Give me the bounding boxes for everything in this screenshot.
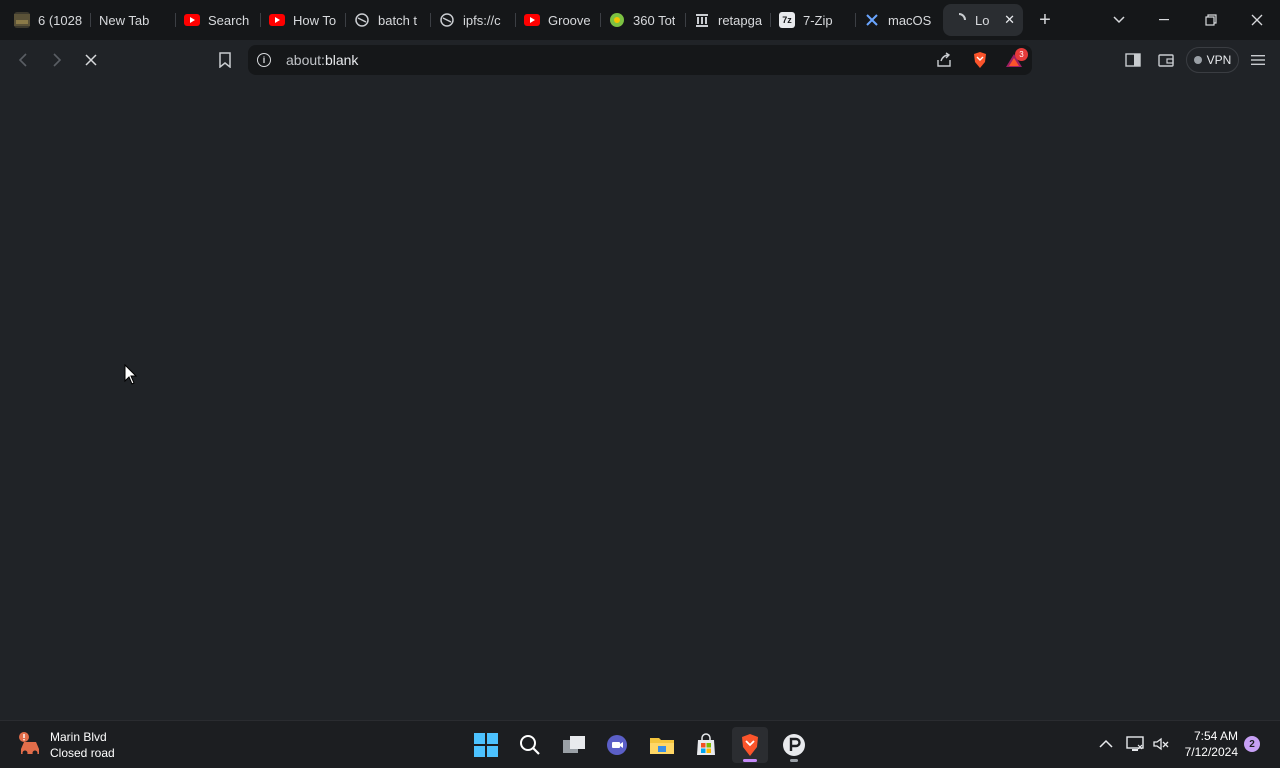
- brave-shields-icon[interactable]: [966, 46, 994, 74]
- task-view-icon: [563, 736, 585, 753]
- traffic-widget[interactable]: Marin Blvd Closed road: [16, 729, 115, 761]
- meet-camera-icon: [607, 735, 627, 755]
- search-icon: [520, 735, 540, 755]
- tab-title: Groove: [548, 12, 591, 28]
- tab-title: macOS: [888, 12, 932, 28]
- tab-title: 6 (1028: [38, 12, 83, 28]
- tab-search-button[interactable]: [1096, 0, 1142, 40]
- tab-title: Lo: [975, 12, 990, 28]
- notification-badge[interactable]: 2: [1244, 736, 1260, 752]
- clock-date: 7/12/2024: [1184, 745, 1238, 759]
- tab-title: retapga: [718, 12, 763, 28]
- tab-1[interactable]: New Tab: [91, 4, 176, 36]
- menu-icon[interactable]: [1244, 46, 1272, 74]
- stop-loading-button[interactable]: [77, 46, 105, 74]
- volume-muted-icon[interactable]: [1152, 736, 1170, 755]
- widget-subtitle: Closed road: [50, 746, 115, 760]
- new-tab-button[interactable]: +: [1025, 4, 1065, 36]
- tab-8[interactable]: retapga: [686, 4, 771, 36]
- loading-spinner-icon: [951, 12, 967, 28]
- mouse-cursor-icon: [124, 364, 138, 385]
- p-app-icon: [783, 734, 805, 756]
- brave-taskbar-button[interactable]: [732, 727, 768, 763]
- thumbnail-icon: [14, 12, 30, 28]
- show-hidden-icons-button[interactable]: [1099, 737, 1113, 752]
- taskbar: Marin Blvd Closed road: [0, 720, 1280, 768]
- running-indicator: [743, 759, 757, 762]
- x-logo-icon: [864, 12, 880, 28]
- tab-title: batch t: [378, 12, 418, 28]
- globe-icon: [439, 12, 455, 28]
- tab-title: How To: [293, 12, 337, 28]
- youtube-icon: [184, 12, 200, 28]
- clock-time: 7:54 AM: [1193, 729, 1238, 743]
- brave-icon: [742, 734, 758, 756]
- page-content[interactable]: [0, 80, 1280, 720]
- store-icon: [697, 733, 715, 755]
- tab-7[interactable]: 360 Tot: [601, 4, 686, 36]
- close-tab-icon[interactable]: ✕: [1004, 12, 1015, 28]
- minimize-button[interactable]: [1142, 0, 1188, 40]
- address-bar[interactable]: i about:blank: [248, 45, 1032, 75]
- widget-title: Marin Blvd: [50, 730, 107, 744]
- file-explorer-button[interactable]: [644, 727, 680, 763]
- start-button[interactable]: [468, 727, 504, 763]
- forward-button[interactable]: [43, 46, 71, 74]
- bank-icon: [694, 12, 710, 28]
- restore-button[interactable]: [1188, 0, 1234, 40]
- tab-11-active[interactable]: Lo ✕: [943, 4, 1023, 36]
- bookmark-button[interactable]: [211, 46, 239, 74]
- url-text[interactable]: about:blank: [286, 52, 358, 68]
- share-icon[interactable]: [930, 46, 958, 74]
- tab-strip: 6 (1028 New Tab Search How To batch t ip…: [0, 0, 1280, 40]
- vpn-status-icon: [1193, 56, 1202, 64]
- running-indicator: [790, 759, 798, 762]
- folder-icon: [650, 738, 674, 754]
- 360-icon: [609, 12, 625, 28]
- globe-icon: [354, 12, 370, 28]
- proton-taskbar-button[interactable]: [776, 727, 812, 763]
- microsoft-store-button[interactable]: [688, 727, 724, 763]
- tab-2[interactable]: Search: [176, 4, 261, 36]
- windows-icon: [474, 733, 498, 757]
- vpn-button[interactable]: VPN: [1186, 47, 1239, 73]
- teams-meet-button[interactable]: [600, 727, 636, 763]
- wallet-icon[interactable]: [1152, 46, 1180, 74]
- tab-title: New Tab: [99, 12, 150, 28]
- tab-5[interactable]: ipfs://c: [431, 4, 516, 36]
- url-scheme: about:: [286, 52, 325, 68]
- tab-9[interactable]: 7z 7-Zip: [771, 4, 856, 36]
- close-window-button[interactable]: [1234, 0, 1280, 40]
- tab-title: 7-Zip: [803, 12, 833, 28]
- car-warning-icon: [16, 731, 44, 759]
- task-view-button[interactable]: [556, 727, 592, 763]
- search-button[interactable]: [512, 727, 548, 763]
- 7zip-icon: 7z: [779, 12, 795, 28]
- vpn-label: VPN: [1206, 53, 1232, 67]
- youtube-icon: [524, 12, 540, 28]
- tab-3[interactable]: How To: [261, 4, 346, 36]
- url-path: blank: [324, 52, 359, 68]
- tab-10[interactable]: macOS: [856, 4, 941, 36]
- sidebar-toggle-icon[interactable]: [1119, 46, 1147, 74]
- youtube-icon: [269, 12, 285, 28]
- tab-0[interactable]: 6 (1028: [6, 4, 91, 36]
- tab-title: 360 Tot: [633, 12, 676, 28]
- back-button[interactable]: [9, 46, 37, 74]
- system-clock[interactable]: 7:54 AM 7/12/2024: [1180, 728, 1238, 760]
- tab-6[interactable]: Groove: [516, 4, 601, 36]
- network-icon[interactable]: [1126, 736, 1144, 755]
- tab-4[interactable]: batch t: [346, 4, 431, 36]
- tab-title: ipfs://c: [463, 12, 501, 28]
- tab-title: Search: [208, 12, 250, 28]
- rewards-badge: 3: [1015, 48, 1028, 61]
- site-info-icon[interactable]: i: [257, 53, 271, 67]
